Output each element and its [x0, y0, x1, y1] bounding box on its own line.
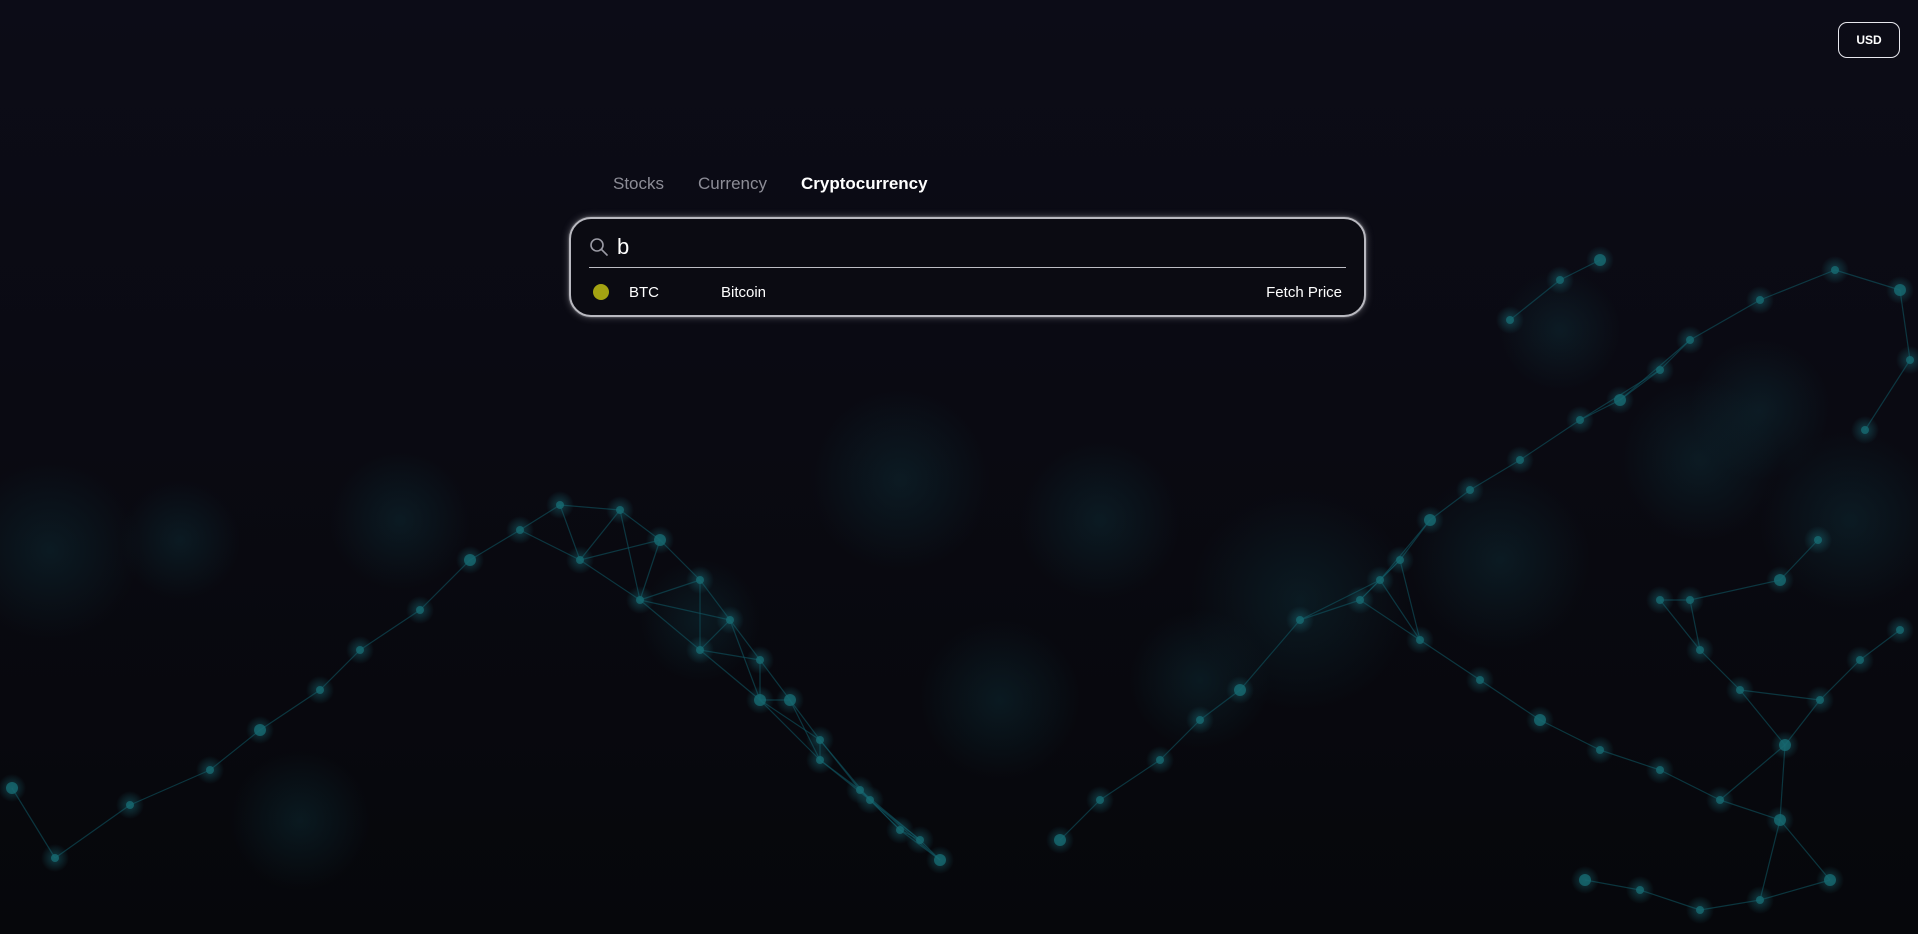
- search-divider: [589, 267, 1346, 268]
- network-node: [1686, 596, 1694, 604]
- network-node: [696, 576, 704, 584]
- haze-blob: [1690, 340, 1830, 480]
- network-node: [576, 556, 584, 564]
- network-node: [1466, 486, 1474, 494]
- haze-blob: [120, 480, 240, 600]
- network-node: [126, 801, 134, 809]
- network-node: [1736, 686, 1744, 694]
- network-node: [1579, 874, 1591, 886]
- network-node: [616, 506, 624, 514]
- network-node: [1779, 739, 1791, 751]
- network-node: [1636, 886, 1644, 894]
- network-node: [1656, 366, 1664, 374]
- network-node: [1054, 834, 1066, 846]
- network-node: [1576, 416, 1584, 424]
- network-node: [754, 694, 766, 706]
- haze-blob: [810, 390, 990, 570]
- tab-stocks[interactable]: Stocks: [613, 172, 664, 196]
- network-node: [816, 736, 824, 744]
- fetch-price-button[interactable]: Fetch Price: [1266, 284, 1342, 301]
- network-node: [1716, 796, 1724, 804]
- network-node: [1831, 266, 1839, 274]
- network-node: [1856, 656, 1864, 664]
- network-node: [1156, 756, 1164, 764]
- network-node: [1356, 596, 1364, 604]
- network-node: [416, 606, 424, 614]
- network-node: [1556, 276, 1564, 284]
- network-node: [1906, 356, 1914, 364]
- network-node: [636, 596, 644, 604]
- haze-blob: [1020, 440, 1180, 600]
- network-node: [1376, 576, 1384, 584]
- network-node: [1596, 746, 1604, 754]
- network-node: [316, 686, 324, 694]
- network-node: [1816, 696, 1824, 704]
- network-node: [6, 782, 18, 794]
- network-node: [1896, 626, 1904, 634]
- network-node: [1824, 874, 1836, 886]
- haze-blob: [920, 620, 1080, 780]
- haze-blob: [1410, 470, 1590, 650]
- network-node: [1696, 646, 1704, 654]
- network-node: [556, 501, 564, 509]
- search-panel: BTC Bitcoin Fetch Price: [569, 217, 1366, 317]
- network-node: [1234, 684, 1246, 696]
- search-input[interactable]: [617, 229, 1346, 265]
- search-row: [589, 227, 1346, 267]
- network-node: [464, 554, 476, 566]
- network-node: [1424, 514, 1436, 526]
- network-node: [1774, 574, 1786, 586]
- network-node: [1476, 676, 1484, 684]
- network-node: [654, 534, 666, 546]
- network-node: [696, 646, 704, 654]
- network-node: [1516, 456, 1524, 464]
- network-node: [51, 854, 59, 862]
- network-node: [1774, 814, 1786, 826]
- network-node: [516, 526, 524, 534]
- network-node: [1196, 716, 1204, 724]
- network-node: [1506, 316, 1514, 324]
- network-node: [1861, 426, 1869, 434]
- status-dot: [593, 284, 609, 300]
- search-result-row[interactable]: BTC Bitcoin Fetch Price: [589, 275, 1346, 309]
- network-node: [1814, 536, 1822, 544]
- network-node: [1686, 336, 1694, 344]
- network-node: [1756, 296, 1764, 304]
- network-node: [1696, 906, 1704, 914]
- network-node: [816, 756, 824, 764]
- result-symbol: BTC: [629, 283, 659, 301]
- network-node: [1656, 766, 1664, 774]
- network-node: [916, 836, 924, 844]
- network-node: [1594, 254, 1606, 266]
- network-node: [1656, 596, 1664, 604]
- network-node: [896, 826, 904, 834]
- currency-selector-button[interactable]: USD: [1838, 22, 1900, 58]
- haze-blob: [0, 460, 140, 640]
- network-node: [1296, 616, 1304, 624]
- category-tabs: Stocks Currency Cryptocurrency: [613, 172, 962, 196]
- network-node: [1756, 896, 1764, 904]
- app-page: USD Stocks Currency Cryptocurrency BTC B…: [0, 0, 1918, 934]
- network-background-illustration: [0, 246, 1918, 924]
- network-node: [356, 646, 364, 654]
- network-node: [1614, 394, 1626, 406]
- haze-blob: [330, 450, 470, 590]
- tab-cryptocurrency[interactable]: Cryptocurrency: [801, 172, 928, 196]
- network-node: [756, 656, 764, 664]
- network-node: [1534, 714, 1546, 726]
- network-node: [206, 766, 214, 774]
- search-icon: [589, 237, 609, 257]
- tab-currency[interactable]: Currency: [698, 172, 767, 196]
- result-name: Bitcoin: [721, 283, 767, 301]
- network-node: [1396, 556, 1404, 564]
- network-node: [1096, 796, 1104, 804]
- haze-blob: [230, 750, 370, 890]
- network-node: [784, 694, 796, 706]
- network-node: [254, 724, 266, 736]
- network-node: [934, 854, 946, 866]
- network-node: [1894, 284, 1906, 296]
- network-node: [726, 616, 734, 624]
- network-node: [1416, 636, 1424, 644]
- network-node: [866, 796, 874, 804]
